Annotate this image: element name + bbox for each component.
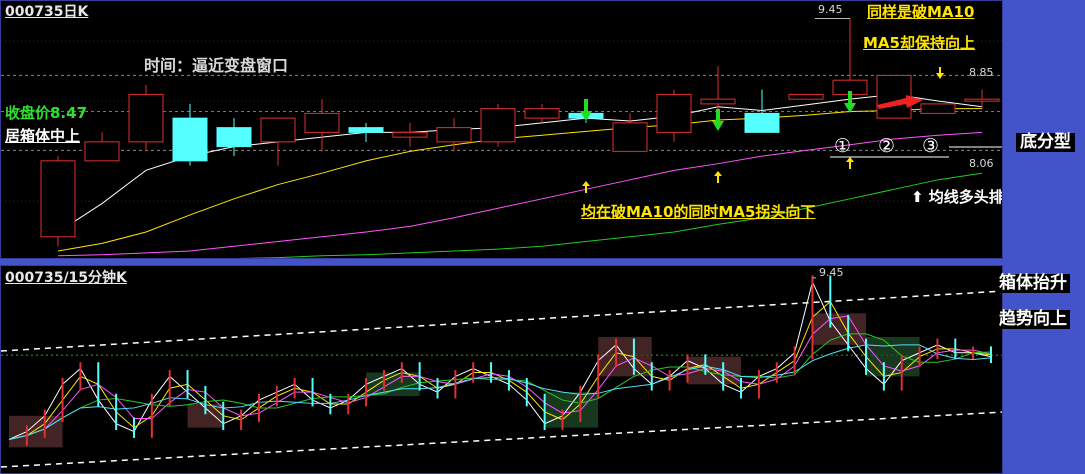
green-down-arrow-3-shaft	[848, 91, 852, 103]
minute-kline-chart	[1, 275, 1002, 468]
circle-2-marker: ②	[878, 135, 896, 157]
minute-kline-panel: 000735/15分钟K 9.45	[0, 265, 1003, 474]
circle-1-marker: ①	[834, 135, 852, 157]
yellow-down-arrow-shaft	[939, 67, 941, 73]
candle-up	[612, 122, 648, 152]
upper-level-label: 8.85	[969, 66, 994, 79]
candle-up	[656, 93, 692, 133]
candle-up	[788, 93, 824, 100]
candle-up	[524, 108, 560, 119]
candle-up	[392, 131, 428, 138]
yellow-up-arrow-2	[714, 171, 722, 176]
yellow-up-arrow-3	[846, 157, 854, 162]
minute-close-line	[8, 280, 992, 440]
ma5-turn-down-annotation: 均在破MA10的同时MA5拐头向下	[581, 203, 816, 221]
price-box	[9, 415, 63, 448]
candle-down	[216, 127, 252, 148]
ma-bullish-annotation: ⬆ 均线多头排列不改	[911, 188, 1003, 206]
candle-up	[876, 74, 912, 119]
close-price-annotation: 收盘价8.47	[5, 104, 88, 122]
candle-up	[128, 93, 164, 143]
daily-high-label: 9.45	[818, 3, 843, 16]
yellow-up-arrow-1	[582, 181, 590, 186]
price-box	[544, 392, 599, 428]
minute-ma-xlong	[8, 344, 992, 440]
trend-up-annotation: 趋势向上	[996, 310, 1070, 329]
candle-up	[700, 98, 736, 105]
box-rise-annotation: 箱体抬升	[996, 274, 1070, 293]
same-break-ma10-annotation: 同样是破MA10	[867, 3, 975, 21]
minute-high-label: 9.45	[819, 266, 844, 279]
time-window-annotation: 时间：逼近变盘窗口	[144, 56, 289, 75]
green-down-arrow-1-shaft	[584, 99, 588, 111]
candle-up	[920, 103, 956, 114]
yellow-up-arrow-3-shaft	[849, 162, 851, 169]
lower-level-label: 8.06	[969, 157, 994, 170]
candle-up	[84, 141, 120, 162]
minute-code-title: 000735/15分钟K	[5, 270, 127, 286]
candle-down	[744, 112, 780, 133]
daily-kline-chart	[1, 17, 1002, 258]
daily-kline-panel: 000735日K 9.45 8.85 8.06 时间：逼近变盘窗口 收盘价8.4…	[0, 0, 1003, 259]
candle-down	[172, 117, 208, 162]
yellow-up-arrow-1-shaft	[585, 186, 587, 193]
side-strip	[1003, 0, 1085, 474]
bottom-pattern-annotation: 底分型	[1016, 133, 1075, 152]
candle-down	[348, 127, 384, 133]
candle-up	[436, 127, 472, 143]
candle-up	[40, 160, 76, 238]
yellow-up-arrow-2-shaft	[717, 176, 719, 183]
ma-line-ma5	[57, 93, 983, 233]
candle-up	[964, 98, 1000, 102]
green-down-arrow-2	[712, 121, 724, 131]
yellow-down-arrow	[936, 73, 944, 79]
box-position-annotation: 居箱体中上	[5, 127, 81, 145]
candle-up	[304, 112, 340, 133]
candle-up	[260, 117, 296, 143]
candle-up	[480, 108, 516, 143]
circle-3-marker: ③	[922, 135, 940, 157]
green-down-arrow-2-shaft	[716, 109, 720, 121]
ma5-up-annotation: MA5却保持向上	[863, 34, 975, 52]
daily-code-title: 000735日K	[5, 4, 89, 20]
ma-line-ma60	[238, 172, 983, 258]
